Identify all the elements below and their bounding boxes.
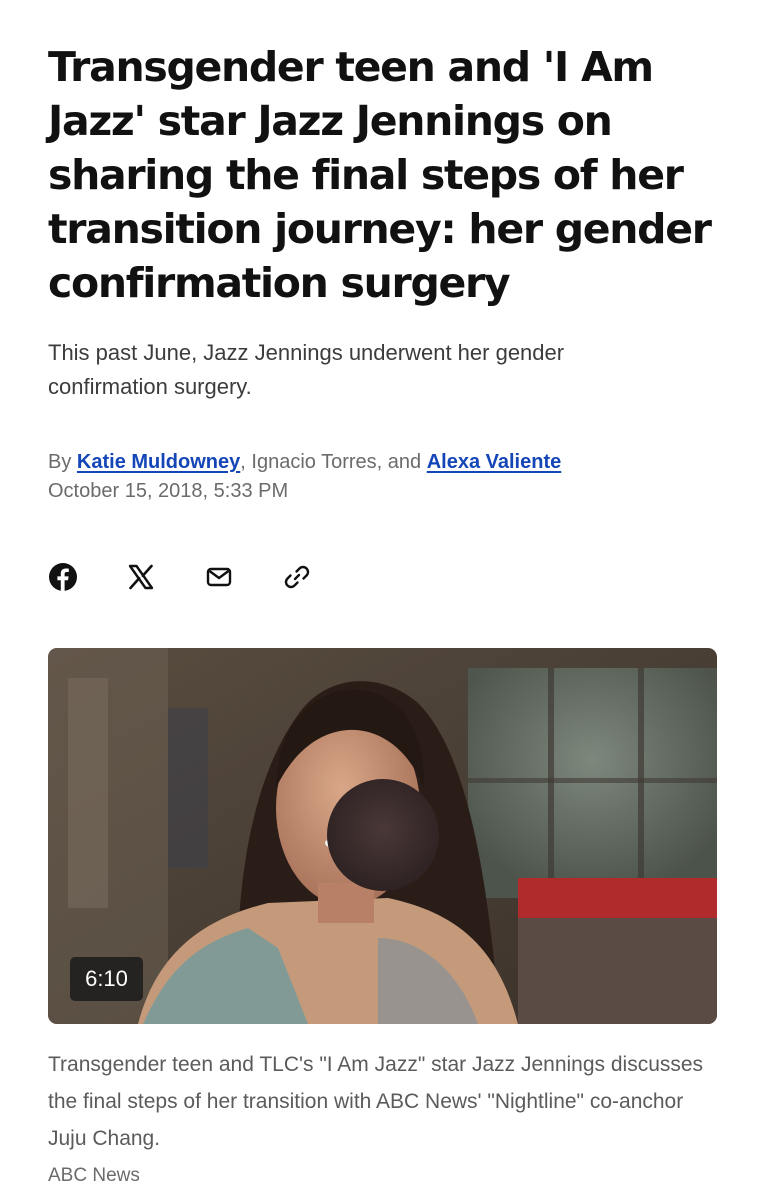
video-credit: ABC News bbox=[48, 1165, 140, 1186]
publish-date: October 15, 2018, 5:33 PM bbox=[48, 480, 289, 502]
article-headline: Transgender teen and 'I Am Jazz' star Ja… bbox=[48, 43, 712, 307]
author-link[interactable]: Katie Muldowney bbox=[77, 451, 240, 473]
article-subheadline: This past June, Jazz Jennings underwent … bbox=[48, 340, 565, 399]
byline-prefix: By bbox=[48, 451, 72, 473]
x-icon bbox=[128, 564, 154, 590]
author-name: Ignacio Torres bbox=[251, 451, 377, 473]
video-player[interactable]: 6:10 bbox=[48, 648, 717, 1024]
author-link[interactable]: Alexa Valiente bbox=[427, 451, 562, 473]
video-duration-badge: 6:10 bbox=[70, 957, 143, 1001]
facebook-share-button[interactable] bbox=[48, 562, 78, 592]
email-share-button[interactable] bbox=[204, 562, 234, 592]
share-bar bbox=[48, 560, 360, 594]
x-share-button[interactable] bbox=[126, 562, 156, 592]
email-icon bbox=[206, 567, 232, 587]
byline-separator: , bbox=[240, 451, 246, 473]
byline: By Katie Muldowney, Ignacio Torres, and … bbox=[48, 448, 718, 506]
copy-link-button[interactable] bbox=[282, 562, 312, 592]
video-thumbnail bbox=[48, 648, 717, 1024]
byline-separator: , and bbox=[376, 451, 422, 473]
facebook-icon bbox=[49, 563, 77, 591]
byline-authors: By Katie Muldowney, Ignacio Torres, and … bbox=[48, 448, 718, 477]
video-caption: Transgender teen and TLC's "I Am Jazz" s… bbox=[48, 1053, 704, 1150]
link-icon bbox=[284, 565, 310, 589]
